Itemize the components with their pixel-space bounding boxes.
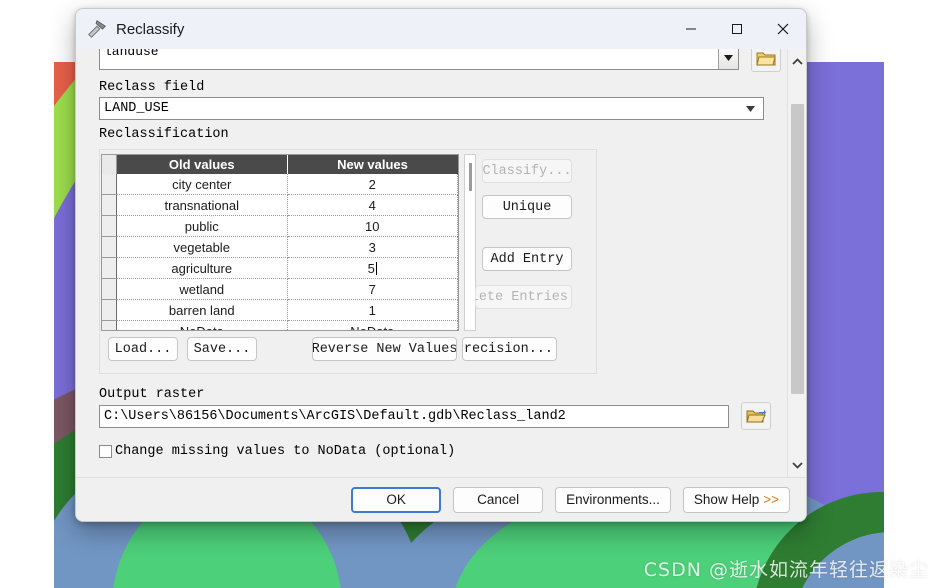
input-raster-value: landuse [104, 49, 159, 59]
window-title: Reclassify [116, 20, 185, 38]
row-select-corner [102, 155, 117, 174]
close-button[interactable] [760, 9, 806, 49]
screen: CSDN @逝水如流年轻往返染尘 Reclassify landuse Recl… [0, 0, 937, 588]
cell-old-value[interactable]: barren land [116, 299, 288, 321]
output-raster-input[interactable]: C:\Users\86156\Documents\ArcGIS\Default.… [99, 405, 729, 428]
table-row[interactable]: agriculture 5 [102, 257, 458, 279]
cell-old-value[interactable]: wetland [116, 278, 288, 300]
dialog-footer: OK Cancel Environments... Show Help >> [76, 477, 806, 521]
input-raster-browse-button[interactable] [751, 49, 781, 72]
cell-new-value-text: 5 [367, 260, 375, 276]
show-help-chevrons: >> [763, 492, 779, 507]
cell-old-value[interactable]: city center [116, 174, 288, 195]
minimize-icon [686, 28, 696, 30]
table-scrollbar-thumb[interactable] [469, 163, 472, 191]
change-missing-values-row[interactable]: Change missing values to NoData (optiona… [99, 444, 455, 459]
show-help-label: Show Help [693, 492, 760, 507]
table-row[interactable]: public 10 [102, 215, 458, 237]
reclassification-label: Reclassification [99, 127, 229, 142]
table-row[interactable]: transnational 4 [102, 194, 458, 216]
hammer-icon [88, 20, 106, 38]
dialog-scrollbar-thumb[interactable] [791, 104, 804, 394]
reclass-field-value: LAND_USE [104, 101, 169, 116]
dialog-content-inner: landuse Reclass field LAND_USE Reclassif… [76, 49, 788, 477]
row-selector[interactable] [102, 299, 117, 321]
cell-new-value[interactable]: 10 [287, 215, 458, 237]
column-header-new-values[interactable]: New values [287, 155, 458, 174]
reclass-field-label: Reclass field [99, 80, 205, 95]
row-selector[interactable] [102, 194, 117, 216]
input-raster-row: landuse [99, 49, 787, 72]
title-bar: Reclassify [76, 9, 806, 50]
chevron-up-icon [791, 57, 803, 65]
row-selector[interactable] [102, 174, 117, 195]
folder-open-arrow-icon [746, 409, 766, 422]
table-row[interactable]: NoData NoData [102, 320, 458, 330]
precision-button[interactable]: Precision... [462, 337, 557, 361]
input-raster-dropdown-arrow[interactable] [718, 49, 738, 69]
reclass-field-combo[interactable]: LAND_USE [99, 97, 764, 120]
output-raster-label: Output raster [99, 387, 205, 402]
cell-old-value[interactable]: NoData [116, 320, 288, 330]
reclass-table[interactable]: Old values New values city center 2 tran… [101, 154, 459, 331]
dialog-content: landuse Reclass field LAND_USE Reclassif… [76, 49, 806, 477]
show-help-button[interactable]: Show Help >> [682, 486, 790, 513]
chevron-down-icon [746, 105, 755, 112]
delete-entries-button[interactable]: Delete Entries [475, 285, 572, 309]
table-row[interactable]: city center 2 [102, 174, 458, 195]
dialog-scrollbar[interactable] [787, 49, 806, 477]
reclassify-dialog: Reclassify landuse Reclass field LAND_US… [75, 8, 807, 522]
watermark: CSDN @逝水如流年轻往返染尘 [643, 559, 929, 581]
cell-new-value-editing[interactable]: 5 [287, 257, 458, 279]
table-row[interactable]: barren land 1 [102, 299, 458, 321]
load-button[interactable]: Load... [108, 337, 178, 361]
map-margin-right [884, 0, 937, 588]
output-raster-browse-button[interactable] [741, 402, 771, 430]
change-missing-values-checkbox[interactable] [99, 445, 112, 458]
reverse-new-values-button[interactable]: Reverse New Values [312, 337, 457, 361]
cell-new-value[interactable]: 2 [287, 174, 458, 195]
cell-old-value[interactable]: vegetable [116, 236, 288, 258]
environments-button[interactable]: Environments... [555, 486, 671, 513]
cell-old-value[interactable]: transnational [116, 194, 288, 216]
chevron-down-icon [724, 55, 733, 61]
close-icon [777, 23, 789, 35]
unique-button[interactable]: Unique [482, 195, 572, 219]
ok-button[interactable]: OK [351, 486, 442, 513]
table-header-row: Old values New values [102, 155, 458, 174]
add-entry-button[interactable]: Add Entry [482, 247, 572, 271]
scroll-down-button[interactable] [788, 455, 806, 475]
cell-new-value[interactable]: 4 [287, 194, 458, 216]
classify-button[interactable]: Classify... [482, 159, 572, 183]
row-selector[interactable] [102, 236, 117, 258]
folder-icon [756, 52, 776, 65]
map-margin-left [0, 0, 54, 588]
cell-new-value[interactable]: NoData [287, 320, 458, 330]
row-selector[interactable] [102, 320, 117, 330]
input-raster-combo[interactable]: landuse [99, 49, 739, 70]
output-raster-value: C:\Users\86156\Documents\ArcGIS\Default.… [104, 409, 566, 424]
cell-old-value[interactable]: public [116, 215, 288, 237]
maximize-icon [732, 24, 742, 34]
maximize-button[interactable] [714, 9, 760, 49]
row-selector[interactable] [102, 278, 117, 300]
cell-new-value[interactable]: 7 [287, 278, 458, 300]
text-caret [375, 261, 377, 275]
row-selector[interactable] [102, 215, 117, 237]
table-row[interactable]: vegetable 3 [102, 236, 458, 258]
cell-old-value[interactable]: agriculture [116, 257, 288, 279]
cancel-button[interactable]: Cancel [453, 486, 544, 513]
table-row[interactable]: wetland 7 [102, 278, 458, 300]
scroll-up-button[interactable] [788, 51, 806, 71]
save-button[interactable]: Save... [187, 337, 257, 361]
row-selector[interactable] [102, 257, 117, 279]
change-missing-values-label: Change missing values to NoData (optiona… [115, 444, 456, 459]
minimize-button[interactable] [668, 9, 714, 49]
reclass-grid-body: city center 2 transnational 4 public 10 … [102, 174, 458, 330]
cell-new-value[interactable]: 3 [287, 236, 458, 258]
cell-new-value[interactable]: 1 [287, 299, 458, 321]
chevron-down-icon [791, 461, 803, 469]
column-header-old-values[interactable]: Old values [116, 155, 288, 174]
reclass-grid: Old values New values city center 2 tran… [102, 155, 458, 330]
